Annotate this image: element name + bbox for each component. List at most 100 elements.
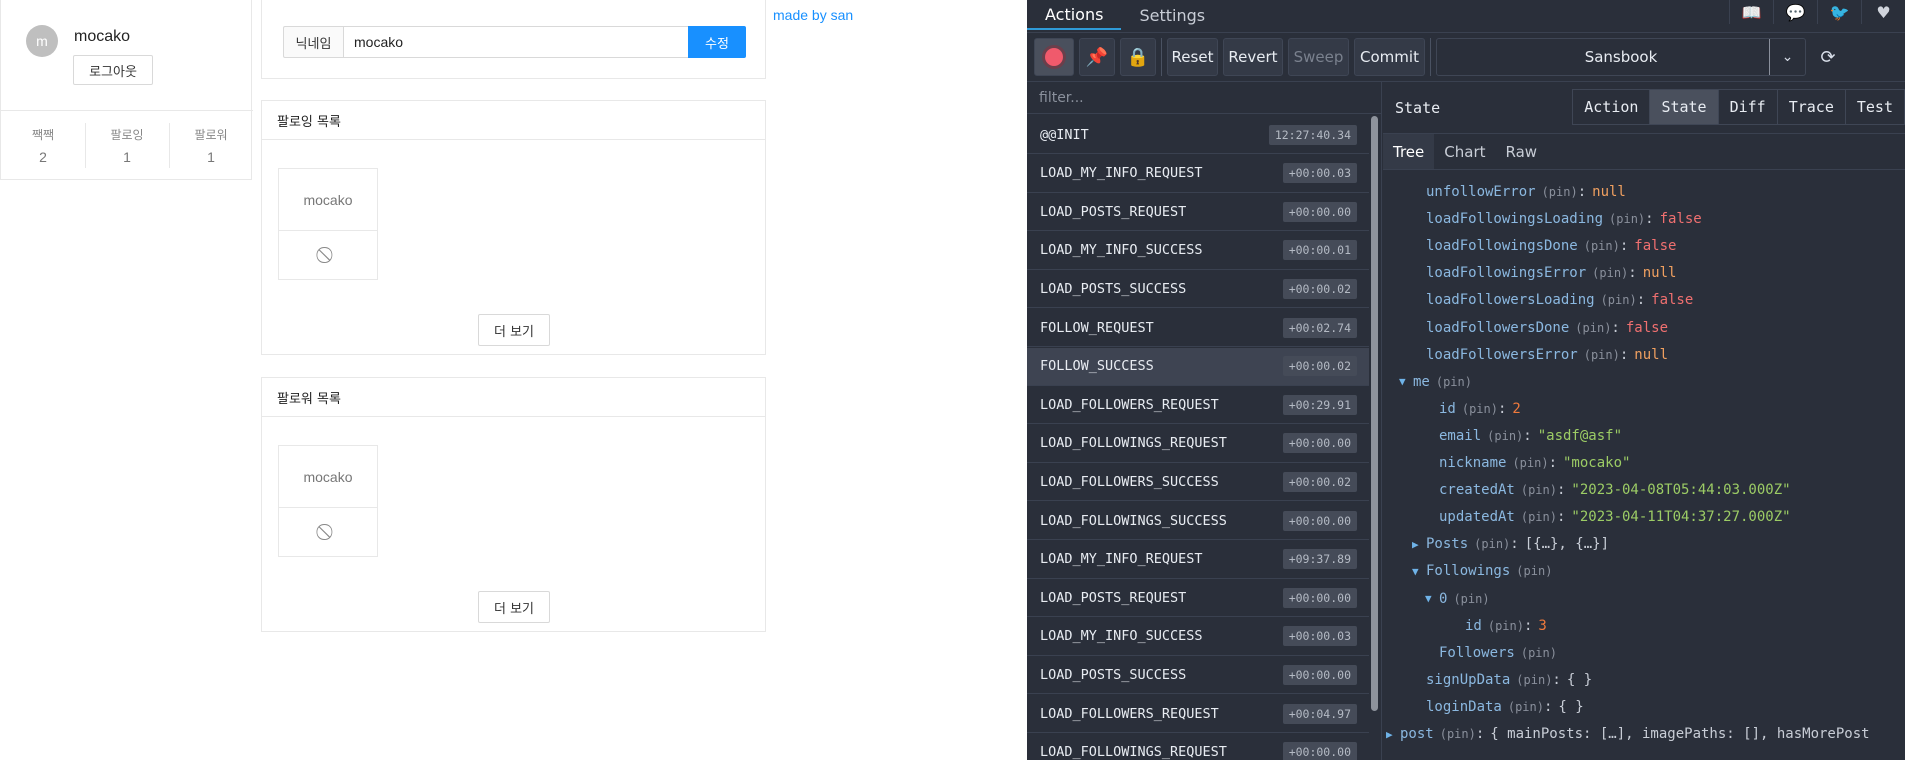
record-button[interactable] xyxy=(1034,38,1074,76)
pin-label[interactable]: (pin) xyxy=(1440,727,1476,741)
sweep-button[interactable]: Sweep xyxy=(1288,38,1349,76)
action-row[interactable]: LOAD_MY_INFO_REQUEST +00:00.03 xyxy=(1027,155,1369,193)
action-row[interactable]: LOAD_FOLLOWINGS_REQUEST +00:00.00 xyxy=(1027,425,1369,463)
tab-test[interactable]: Test xyxy=(1844,89,1905,125)
state-tree-row[interactable]: ▼ Followings (pin) xyxy=(1412,559,1552,583)
action-row[interactable]: LOAD_FOLLOWERS_REQUEST +00:04.97 xyxy=(1027,695,1369,733)
action-name: FOLLOW_REQUEST xyxy=(1040,319,1154,336)
state-tree-row[interactable]: ▶ post (pin): { mainPosts: […], imagePaths:… xyxy=(1386,722,1870,746)
action-row[interactable]: LOAD_MY_INFO_SUCCESS +00:00.03 xyxy=(1027,618,1369,656)
record-icon xyxy=(1045,48,1063,66)
sync-icon[interactable]: ⟳ xyxy=(1811,38,1845,76)
action-row[interactable]: LOAD_POSTS_REQUEST +00:00.00 xyxy=(1027,579,1369,618)
following-more-button[interactable]: 더 보기 xyxy=(478,314,550,346)
state-colon: : xyxy=(1628,265,1637,282)
logout-button[interactable]: 로그아웃 xyxy=(73,55,153,85)
action-row[interactable]: LOAD_POSTS_SUCCESS +00:00.00 xyxy=(1027,656,1369,695)
heart-icon[interactable]: ♥ xyxy=(1861,0,1905,24)
pin-label[interactable]: (pin) xyxy=(1436,375,1472,389)
tab-raw[interactable]: Raw xyxy=(1496,134,1548,169)
follower-more-button[interactable]: 더 보기 xyxy=(478,591,550,623)
action-row[interactable]: @@INIT 12:27:40.34 xyxy=(1027,116,1369,154)
pin-label[interactable]: (pin) xyxy=(1592,266,1628,280)
pin-label[interactable]: (pin) xyxy=(1609,212,1645,226)
lock-button[interactable]: 🔒 xyxy=(1120,38,1156,76)
state-tree-row[interactable]: ▶ Posts (pin): [{…}, {…}] xyxy=(1412,532,1609,556)
state-key: signUpData xyxy=(1426,671,1511,688)
instance-select[interactable]: Sansbook ⌄ xyxy=(1436,38,1806,76)
tab-settings[interactable]: Settings xyxy=(1121,0,1223,30)
collapsed-arrow-icon[interactable]: ▶ xyxy=(1386,728,1400,741)
unfollow-stop-icon[interactable]: ⃠ xyxy=(279,231,377,280)
action-list-pane: filter... @@INIT 12:27:40.34 LOAD_MY_INFO_… xyxy=(1027,82,1382,760)
pin-label[interactable]: (pin) xyxy=(1516,673,1552,687)
expanded-arrow-icon[interactable]: ▼ xyxy=(1425,592,1439,605)
pin-label[interactable]: (pin) xyxy=(1521,646,1557,660)
state-value: "2023-04-11T04:37:27.000Z" xyxy=(1571,509,1791,526)
made-by-link[interactable]: made by san xyxy=(773,7,853,23)
action-name: LOAD_FOLLOWINGS_REQUEST xyxy=(1040,435,1227,452)
state-colon: : xyxy=(1619,238,1629,255)
tab-state[interactable]: State xyxy=(1649,89,1719,125)
pin-label[interactable]: (pin) xyxy=(1521,510,1557,524)
avatar: m xyxy=(26,25,58,57)
pin-label[interactable]: (pin) xyxy=(1516,564,1552,578)
pin-label[interactable]: (pin) xyxy=(1584,348,1620,362)
action-filter-input[interactable]: filter... xyxy=(1027,82,1381,114)
reset-button[interactable]: Reset xyxy=(1167,38,1218,76)
action-row[interactable]: LOAD_POSTS_SUCCESS +00:00.02 xyxy=(1027,270,1369,309)
action-row[interactable]: FOLLOW_SUCCESS +00:00.02 xyxy=(1027,347,1369,386)
action-row[interactable]: LOAD_FOLLOWERS_SUCCESS +00:00.02 xyxy=(1027,463,1369,502)
tab-chart[interactable]: Chart xyxy=(1434,134,1495,169)
action-row[interactable]: LOAD_MY_INFO_REQUEST +09:37.89 xyxy=(1027,541,1369,579)
pin-label[interactable]: (pin) xyxy=(1512,456,1548,470)
nickname-submit-button[interactable]: 수정 xyxy=(688,26,746,58)
pin-label[interactable]: (pin) xyxy=(1474,537,1510,551)
tab-diff[interactable]: Diff xyxy=(1717,89,1778,125)
state-title: State xyxy=(1395,98,1441,117)
commit-button[interactable]: Commit xyxy=(1354,38,1425,76)
tab-trace[interactable]: Trace xyxy=(1776,89,1846,125)
pin-label[interactable]: (pin) xyxy=(1453,592,1489,606)
pin-label[interactable]: (pin) xyxy=(1601,293,1637,307)
action-row[interactable]: LOAD_MY_INFO_SUCCESS +00:00.01 xyxy=(1027,232,1369,270)
action-name: LOAD_FOLLOWINGS_SUCCESS xyxy=(1040,512,1227,529)
state-value: 3 xyxy=(1538,617,1547,634)
pin-label[interactable]: (pin) xyxy=(1462,402,1498,416)
action-name: LOAD_FOLLOWERS_REQUEST xyxy=(1040,705,1219,722)
remove-follower-stop-icon[interactable]: ⃠ xyxy=(279,508,377,557)
state-key: loadFollowingsDone xyxy=(1426,238,1578,255)
expanded-arrow-icon[interactable]: ▼ xyxy=(1399,375,1413,388)
pin-button[interactable]: 📌 xyxy=(1079,38,1115,76)
action-row[interactable]: LOAD_FOLLOWERS_REQUEST +00:29.91 xyxy=(1027,386,1369,425)
state-value: false xyxy=(1659,211,1702,228)
revert-button[interactable]: Revert xyxy=(1223,38,1283,76)
action-name: LOAD_MY_INFO_SUCCESS xyxy=(1040,628,1203,645)
action-row[interactable]: FOLLOW_REQUEST +00:02.74 xyxy=(1027,309,1369,347)
state-tree-row[interactable]: ▼ me (pin) xyxy=(1399,370,1472,394)
twitter-icon[interactable]: 🐦 xyxy=(1817,0,1861,24)
action-row[interactable]: LOAD_FOLLOWINGS_SUCCESS +00:00.00 xyxy=(1027,502,1369,540)
tab-action[interactable]: Action xyxy=(1572,89,1651,125)
pin-label[interactable]: (pin) xyxy=(1508,700,1544,714)
nickname-input[interactable]: mocako xyxy=(343,26,690,58)
pin-label[interactable]: (pin) xyxy=(1521,483,1557,497)
pin-label[interactable]: (pin) xyxy=(1487,429,1523,443)
pin-label[interactable]: (pin) xyxy=(1488,619,1524,633)
expanded-arrow-icon[interactable]: ▼ xyxy=(1412,565,1426,578)
state-key: unfollowError xyxy=(1426,184,1536,200)
scrollbar-thumb[interactable] xyxy=(1371,116,1378,711)
book-icon[interactable]: 📖 xyxy=(1729,0,1773,24)
tab-tree[interactable]: Tree xyxy=(1383,134,1435,169)
chat-icon[interactable]: 💬 xyxy=(1773,0,1817,24)
pin-label[interactable]: (pin) xyxy=(1575,321,1611,335)
collapsed-arrow-icon[interactable]: ▶ xyxy=(1412,538,1426,551)
pin-label[interactable]: (pin) xyxy=(1542,185,1578,199)
state-tree-row[interactable]: ▼ 0 (pin) xyxy=(1425,587,1490,611)
action-list-scrollbar[interactable] xyxy=(1369,116,1380,756)
action-row[interactable]: LOAD_FOLLOWINGS_REQUEST +00:00.00 xyxy=(1027,734,1369,760)
pin-label[interactable]: (pin) xyxy=(1584,239,1620,253)
action-row[interactable]: LOAD_POSTS_REQUEST +00:00.00 xyxy=(1027,193,1369,232)
tab-actions[interactable]: Actions xyxy=(1027,0,1122,30)
state-value: { } xyxy=(1558,698,1584,715)
